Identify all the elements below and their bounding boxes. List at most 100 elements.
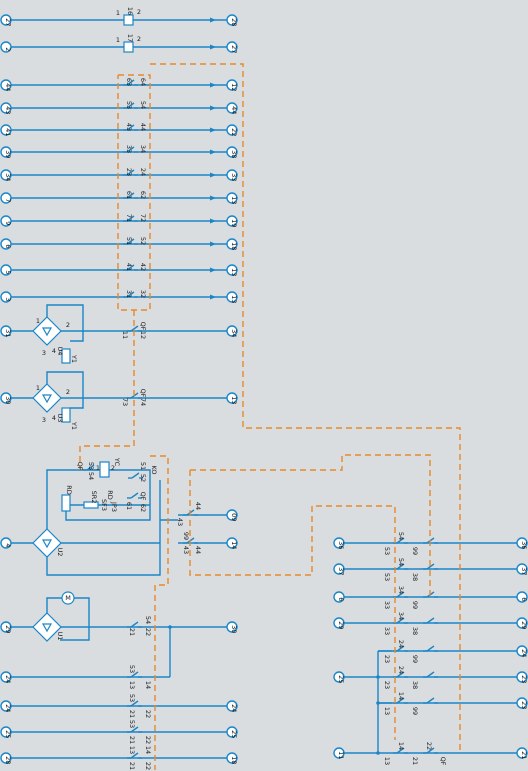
contact-label: 21 (411, 757, 419, 765)
qf-label: QF (139, 389, 147, 398)
pin-label: 4 (52, 414, 56, 422)
contact-label: 21 (128, 628, 136, 636)
rd-label: RD (65, 485, 73, 495)
terminal-label: 38 (230, 150, 238, 158)
contact-label: 71 (125, 214, 133, 222)
pin-label: 2 (137, 8, 141, 16)
contact-label: 53 (128, 694, 136, 702)
contact-blade (426, 671, 435, 678)
junction-dot (376, 701, 380, 705)
junction-dot (376, 751, 380, 755)
contact-label: 12 (139, 331, 147, 339)
contact-label: 54 (144, 616, 152, 624)
pin-label: 1 (36, 317, 40, 325)
jp-label: JP3 (110, 501, 118, 512)
arrow-head (210, 294, 216, 300)
terminal-label: 25 (230, 730, 238, 738)
pin-label: 3 (42, 349, 46, 357)
contact-label: 14 (397, 742, 405, 750)
terminal-label: 24 (520, 649, 528, 657)
qf-label: QF (139, 322, 147, 331)
contact-label: 13 (128, 681, 136, 689)
contact-label: 54 (139, 101, 147, 109)
contact-label: 22 (144, 762, 152, 770)
terminal-label: 2 (4, 47, 12, 51)
contact-label: 42 (139, 263, 147, 271)
yc-coil (99, 461, 110, 478)
arrow-head (210, 127, 216, 133)
arrow-head (210, 172, 216, 178)
pin-label: 1 (116, 9, 120, 17)
contact-label: 73 (121, 398, 129, 406)
contact-label: 53 (128, 720, 136, 728)
terminal-label: 23 (520, 675, 528, 683)
contact-label: 43 (125, 123, 133, 131)
mechanical-link (150, 455, 169, 770)
contact-label: 52 (139, 474, 147, 482)
terminal-label: 18 (230, 242, 238, 250)
contact-label: 21 (128, 762, 136, 770)
arrow-head (210, 241, 216, 247)
contact-label: 63 (125, 78, 133, 86)
terminal-label: 39 (4, 150, 12, 158)
contact-label: 53 (383, 573, 391, 581)
terminal-label: 29 (337, 621, 345, 629)
contact-blade (130, 621, 139, 628)
terminal-label: 24 (4, 704, 12, 712)
terminal-label: 33 (230, 173, 238, 181)
wiring-diagram: 27 281 16 22 271 17 244 1263 6443 4453 5441 2243 443… (0, 7, 528, 770)
contact-label: 44 (139, 123, 147, 131)
terminal-label: 13 (230, 396, 238, 404)
contact-blade (426, 645, 435, 652)
terminal-label: 30 (4, 396, 12, 404)
rd-label: SF3 (100, 499, 108, 511)
contact-label: 52 (139, 237, 147, 245)
arrow-head (210, 267, 216, 273)
terminal-label: 3 (4, 297, 12, 301)
contact-label: 61 (125, 502, 133, 510)
contact-blade (131, 472, 140, 479)
contact-label: 38 (411, 573, 419, 581)
pin-label: 3 (42, 416, 46, 424)
terminal-label: 28 (4, 756, 12, 764)
contact-label: 54 (397, 532, 405, 540)
arrow-head (210, 82, 216, 88)
terminal-label: 6 (4, 244, 12, 248)
contact-label: 22 (425, 742, 433, 750)
terminal-label: 21 (520, 751, 528, 759)
contact-label: 53 (125, 101, 133, 109)
pin-label: 2 (111, 464, 115, 472)
pin-label: 1 (116, 36, 120, 44)
contact-label: 43 (182, 546, 190, 554)
junction-dot (376, 675, 380, 679)
qf-label: KO (150, 465, 158, 474)
contact-label: 74 (139, 398, 147, 406)
terminal-label: 37 (520, 567, 528, 575)
contact-label: 14 (397, 692, 405, 700)
terminal-label: 31 (4, 329, 12, 337)
contact-label: 61 (125, 191, 133, 199)
terminal-label: 13 (230, 295, 238, 303)
terminal-label: 29 (520, 621, 528, 629)
terminal-label: 27 (230, 45, 238, 53)
contact-label: 34 (139, 145, 147, 153)
terminal-label: 24 (4, 675, 12, 683)
terminal-label: 7 (4, 198, 12, 202)
terminal-label: 36 (520, 541, 528, 549)
terminal-label: 13 (230, 196, 238, 204)
contact-label: 21 (128, 736, 136, 744)
pin-label: 2 (66, 388, 70, 396)
qf-label: QF (139, 492, 147, 501)
contact-label: 11 (121, 331, 129, 339)
arrow-head (210, 218, 216, 224)
arrow-head (210, 17, 216, 23)
terminal-label: 11 (337, 751, 345, 759)
contact-label: 51 (125, 237, 133, 245)
pin-label: 1 (96, 464, 100, 472)
contact-label: 13 (128, 746, 136, 754)
contact-label: 22 (144, 736, 152, 744)
contact-label: 23 (383, 681, 391, 689)
fuse-element (123, 41, 134, 53)
unit-label: U2 (56, 548, 64, 557)
terminal-label: 14 (230, 541, 238, 549)
